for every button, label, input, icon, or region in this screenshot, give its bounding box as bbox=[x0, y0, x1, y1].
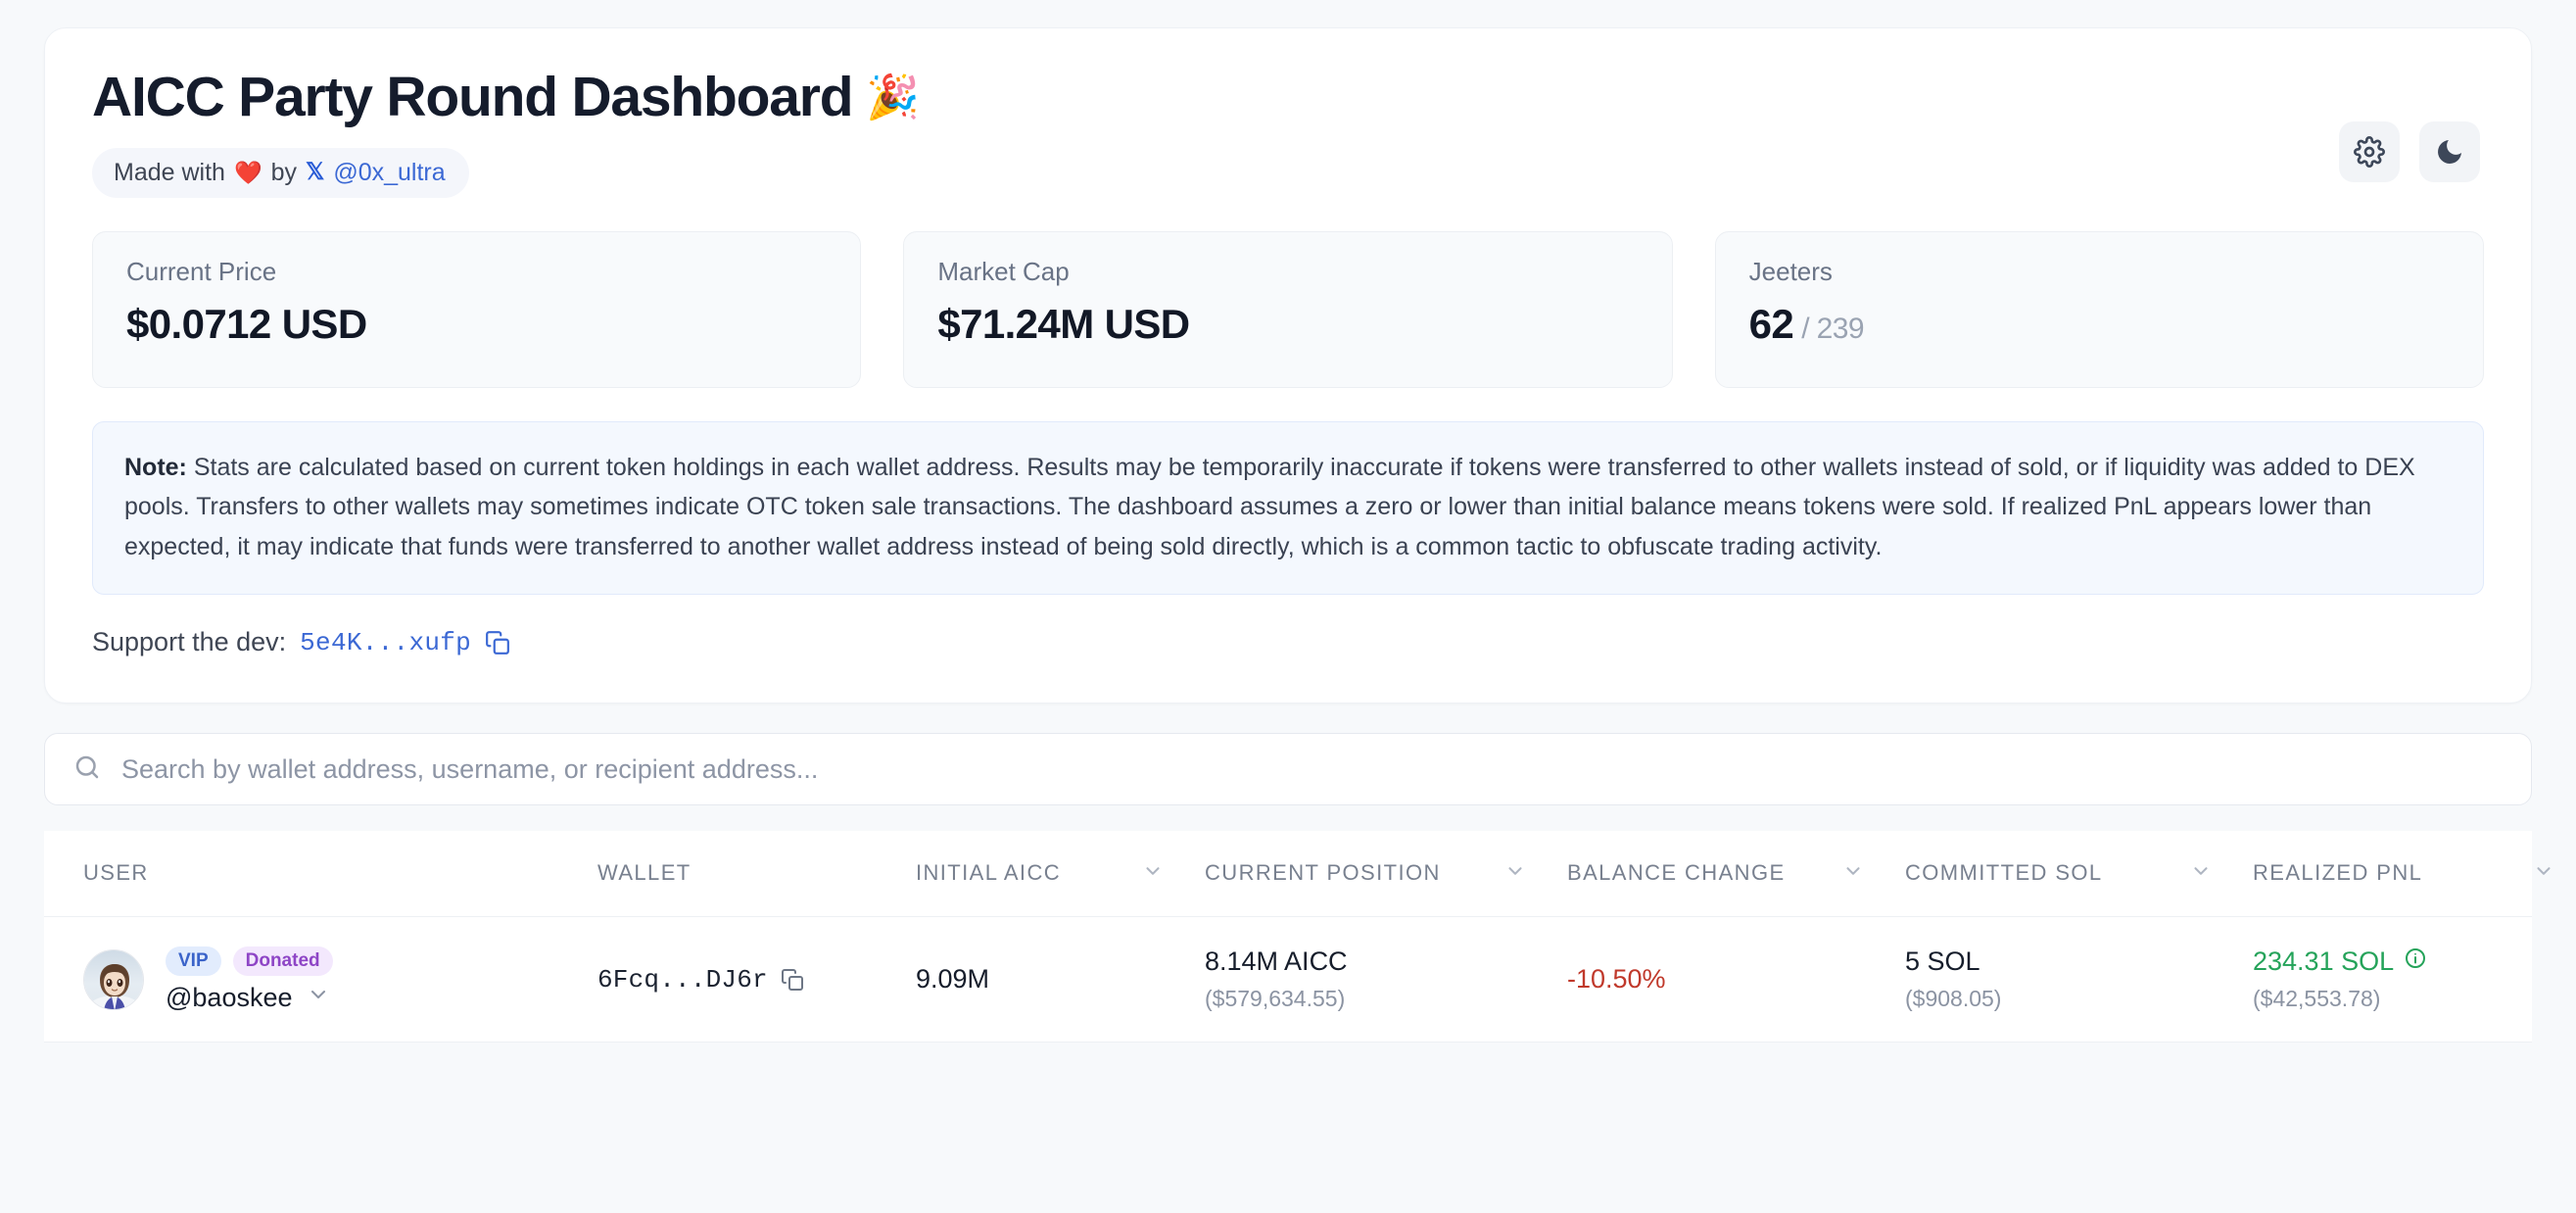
note-prefix: Note: bbox=[124, 453, 187, 481]
current-position-value: 8.14M AICC bbox=[1205, 946, 1348, 977]
page-title-text: AICC Party Round Dashboard bbox=[92, 66, 854, 128]
wallet-address-wrap: 6Fcq...DJ6r bbox=[597, 965, 916, 995]
badge-vip: VIP bbox=[166, 946, 221, 976]
page-title: AICC Party Round Dashboard 🎉 bbox=[92, 66, 921, 128]
dashboard-page: AICC Party Round Dashboard 🎉 Made with ❤… bbox=[0, 0, 2576, 1213]
chevron-down-icon[interactable] bbox=[307, 983, 330, 1013]
stat-value-total: / 239 bbox=[1801, 312, 1864, 345]
column-header-user: USER bbox=[83, 859, 597, 887]
theme-toggle-button[interactable] bbox=[2419, 121, 2480, 182]
chevron-down-icon[interactable] bbox=[1842, 860, 1864, 888]
support-dev-address[interactable]: 5e4K...xufp bbox=[300, 628, 471, 657]
made-with-prefix: Made with bbox=[114, 158, 225, 186]
hero-card: AICC Party Round Dashboard 🎉 Made with ❤… bbox=[44, 27, 2532, 704]
committed-sol-usd: ($908.05) bbox=[1905, 986, 2002, 1012]
x-twitter-icon[interactable]: 𝕏 bbox=[306, 161, 324, 184]
settings-button[interactable] bbox=[2339, 121, 2400, 182]
stat-card-current-price: Current Price $0.0712 USD bbox=[92, 230, 862, 388]
column-label: INITIAL AICC bbox=[916, 860, 1062, 886]
chevron-down-icon[interactable] bbox=[1504, 860, 1526, 888]
balance-change-cell: -10.50% bbox=[1567, 964, 1905, 995]
username-row[interactable]: @baoskee bbox=[166, 983, 333, 1013]
stat-label: Market Cap bbox=[937, 256, 1070, 286]
stat-value-wrap: 62 / 239 bbox=[1749, 301, 2450, 348]
realized-pnl-value: 234.31 SOL bbox=[2253, 946, 2395, 977]
stat-label: Current Price bbox=[126, 256, 277, 286]
column-label: CURRENT POSITION bbox=[1205, 860, 1441, 886]
column-label: REALIZED PNL bbox=[2253, 860, 2423, 886]
author-handle-link[interactable]: @0x_ultra bbox=[333, 159, 445, 187]
column-header-current-position[interactable]: CURRENT POSITION bbox=[1205, 859, 1567, 887]
stat-value-wrap: $0.0712 USD bbox=[126, 301, 827, 348]
column-header-realized-pnl[interactable]: REALIZED PNL bbox=[2253, 859, 2576, 887]
support-dev-label: Support the dev: bbox=[92, 627, 287, 657]
info-icon[interactable] bbox=[2404, 946, 2427, 977]
current-position-usd: ($579,634.55) bbox=[1205, 986, 1346, 1012]
column-label: BALANCE CHANGE bbox=[1567, 860, 1786, 886]
balance-change-value: -10.50% bbox=[1567, 964, 1666, 995]
column-label: COMMITTED SOL bbox=[1905, 860, 2103, 886]
stat-label: Jeeters bbox=[1748, 256, 1833, 286]
table-header-row: USER WALLET INITIAL AICC CURRENT POSITIO… bbox=[44, 831, 2551, 918]
initial-aicc-cell: 9.09M bbox=[916, 964, 1205, 995]
made-with-badge: Made with ❤️ by 𝕏 @0x_ultra bbox=[92, 147, 469, 198]
stat-cards: Current Price $0.0712 USD Market Cap $71… bbox=[92, 230, 2484, 388]
stat-card-jeeters: Jeeters 62 / 239 bbox=[1714, 230, 2484, 388]
copy-icon[interactable] bbox=[485, 630, 510, 655]
stat-value: 62 bbox=[1748, 300, 1794, 347]
chevron-down-icon[interactable] bbox=[1142, 860, 1164, 888]
note-body: Stats are calculated based on current to… bbox=[124, 453, 2415, 560]
avatar bbox=[83, 948, 144, 1010]
stat-value-wrap: $71.24M USD bbox=[937, 301, 1638, 348]
column-label: USER bbox=[83, 860, 149, 886]
search-bar[interactable] bbox=[44, 733, 2532, 806]
chevron-down-icon[interactable] bbox=[2190, 860, 2212, 888]
search-icon bbox=[72, 752, 102, 787]
chevron-down-icon[interactable] bbox=[2533, 860, 2554, 888]
search-input[interactable] bbox=[121, 734, 2504, 805]
gear-icon bbox=[2354, 136, 2385, 168]
note-banner: Note: Stats are calculated based on curr… bbox=[92, 420, 2484, 596]
realized-pnl-usd: ($42,553.78) bbox=[2253, 986, 2381, 1012]
title-row: AICC Party Round Dashboard 🎉 bbox=[92, 66, 2484, 128]
user-cell: VIP Donated @baoskee bbox=[83, 946, 597, 1013]
wallet-cell: 6Fcq...DJ6r bbox=[597, 965, 916, 995]
column-header-balance-change[interactable]: BALANCE CHANGE bbox=[1567, 859, 1905, 887]
copy-icon[interactable] bbox=[781, 968, 804, 992]
badge-donated: Donated bbox=[232, 946, 333, 976]
made-with-by: by bbox=[270, 158, 297, 186]
column-header-committed-sol[interactable]: COMMITTED SOL bbox=[1905, 859, 2253, 887]
header-actions bbox=[2339, 121, 2480, 182]
stat-card-market-cap: Market Cap $71.24M USD bbox=[903, 230, 1673, 388]
wallet-address: 6Fcq...DJ6r bbox=[597, 964, 768, 995]
column-label: WALLET bbox=[597, 860, 692, 886]
user-tags: VIP Donated bbox=[166, 946, 333, 976]
support-dev-row: Support the dev: 5e4K...xufp bbox=[92, 627, 2484, 657]
stat-value: $71.24M USD bbox=[937, 300, 1190, 347]
holders-table: USER WALLET INITIAL AICC CURRENT POSITIO… bbox=[44, 831, 2551, 1043]
committed-sol-cell: 5 SOL ($908.05) bbox=[1905, 946, 2253, 1012]
party-popper-icon: 🎉 bbox=[866, 73, 921, 122]
table-row[interactable]: VIP Donated @baoskee 6Fcq...DJ6r 9.09M 8… bbox=[44, 917, 2532, 1043]
realized-pnl-wrap: 234.31 SOL bbox=[2253, 946, 2576, 977]
committed-sol-value: 5 SOL bbox=[1905, 946, 1980, 977]
stat-value: $0.0712 USD bbox=[126, 300, 367, 347]
user-meta: VIP Donated @baoskee bbox=[166, 946, 333, 1013]
column-header-wallet: WALLET bbox=[597, 859, 916, 887]
moon-icon bbox=[2434, 136, 2465, 168]
realized-pnl-cell: 234.31 SOL ($42,553.78) bbox=[2253, 946, 2576, 1012]
initial-aicc-value: 9.09M bbox=[916, 964, 990, 995]
username: @baoskee bbox=[166, 982, 293, 1012]
column-header-initial-aicc[interactable]: INITIAL AICC bbox=[916, 859, 1205, 887]
current-position-cell: 8.14M AICC ($579,634.55) bbox=[1205, 946, 1567, 1012]
heart-icon: ❤️ bbox=[233, 159, 262, 185]
